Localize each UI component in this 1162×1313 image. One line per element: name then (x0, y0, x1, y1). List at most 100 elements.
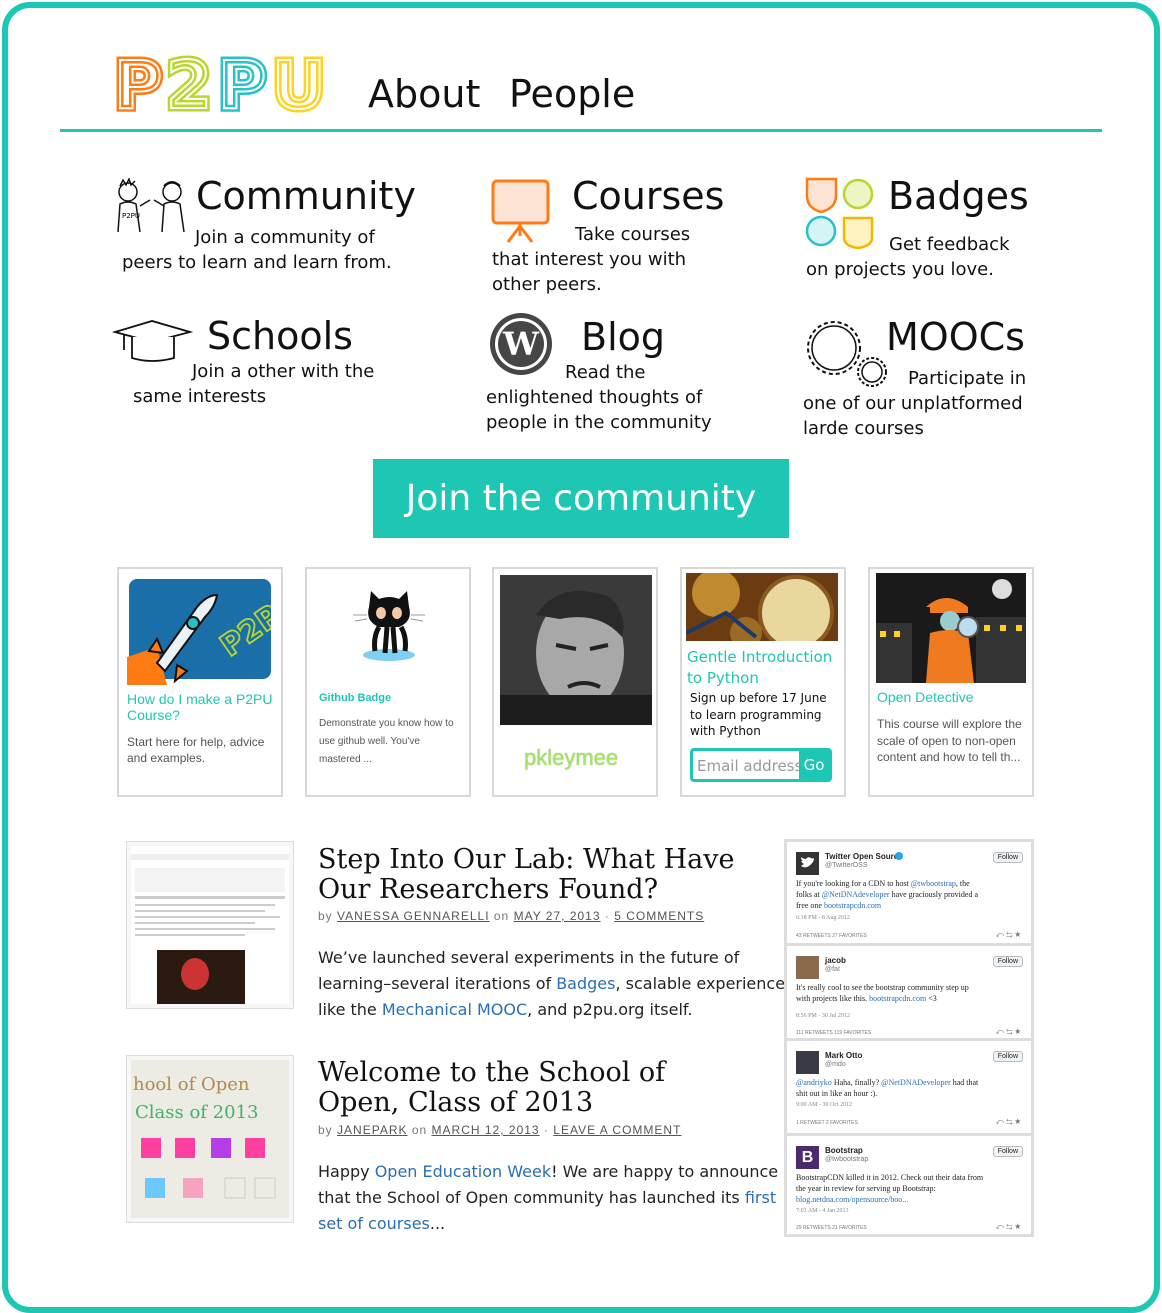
post-thumbnail-school[interactable]: hool of Open Class of 2013 (126, 1055, 294, 1223)
post-date-link[interactable]: MARCH 12, 2013 (432, 1123, 540, 1137)
badges-link[interactable]: Badges (556, 974, 615, 993)
feature-title-moocs[interactable]: MOOCs (886, 315, 1025, 359)
tweet-date[interactable]: 8:56 PM - 30 Jul 2012 (796, 1013, 850, 1019)
tweet-date[interactable]: 6:18 PM - 8 Aug 2012 (796, 915, 850, 921)
post-comments-link[interactable]: LEAVE A COMMENT (553, 1123, 681, 1137)
tweet-stats: 111 RETWEETS 119 FAVORITES (796, 1030, 872, 1036)
tweet-author[interactable]: jacob (825, 956, 846, 965)
join-community-button[interactable]: Join the community (373, 459, 789, 538)
twitter-widget: Twitter Open Source @TwitterOSS Follow I… (784, 839, 1034, 1237)
thumb-handwriting-1: hool of Open (133, 1074, 250, 1095)
tweet-text-part: BootstrapCDN killed it in 2012. Check ou… (796, 1173, 984, 1182)
feature-desc-schools-1: Join a other with the (192, 361, 375, 382)
card-title-line2[interactable]: to Python (687, 668, 759, 689)
gears-icon (807, 321, 887, 387)
follow-button[interactable]: Follow (992, 1051, 1023, 1062)
avatar (796, 1051, 819, 1074)
p2pu-logo[interactable]: P P 2 2 P P U U (114, 46, 334, 116)
email-signup: Email address Go (690, 748, 832, 782)
course-card-make-course[interactable]: P2PU How do I make a P2PU Course? Start … (117, 567, 283, 797)
tweet-actions[interactable]: ⤺ ⇆ ★ (996, 1117, 1021, 1127)
tweet-text-part: Haha, finally? (831, 1078, 882, 1087)
person-name[interactable]: pkleymee (524, 745, 618, 771)
tweet-text-part: It's really cool to see the bootstrap co… (796, 983, 969, 992)
tweet-date[interactable]: 7:03 AM - 4 Jan 2013 (796, 1208, 849, 1214)
nav-about[interactable]: About (368, 72, 480, 116)
course-card-open-detective[interactable]: Open Detective This course will explore … (868, 567, 1034, 797)
tweet-author[interactable]: Bootstrap (825, 1146, 863, 1155)
tweet-handle[interactable]: @TwitterOSS (825, 862, 868, 869)
feature-title-courses[interactable]: Courses (572, 174, 724, 218)
post-title-line1[interactable]: Welcome to the School of (318, 1058, 665, 1088)
tweet-author[interactable]: Mark Otto (825, 1051, 862, 1060)
avatar (796, 956, 819, 979)
tweet-actions[interactable]: ⤺ ⇆ ★ (996, 930, 1021, 940)
card-title[interactable]: Github Badge (319, 692, 391, 704)
tweet-author[interactable]: Twitter Open Source (825, 852, 903, 861)
feature-title-schools[interactable]: Schools (207, 314, 353, 358)
feature-desc-schools-2: same interests (133, 386, 267, 407)
post-author-link[interactable]: JANEPARK (337, 1123, 407, 1137)
clockwork-illustration (686, 573, 838, 641)
follow-button[interactable]: Follow (992, 956, 1023, 967)
post-excerpt-line2: that the School of Open community has la… (318, 1185, 776, 1211)
card-desc-line1: This course will explore the (877, 717, 1022, 731)
tweet-stats: 43 RETWEETS 27 FAVORITES (796, 933, 867, 939)
tweet-text: BootstrapCDN killed it in 2012. Check ou… (796, 1172, 1016, 1205)
excerpt-text: Happy (318, 1162, 375, 1181)
post-meta: by VANESSA GENNARELLI on MAY 27, 2013 · … (318, 909, 704, 923)
bootstrap-logo-icon: B (796, 1146, 819, 1169)
post-thumbnail-lab[interactable] (126, 841, 294, 1009)
badges-icon (805, 177, 874, 250)
excerpt-text: ! We are happy to announce (551, 1162, 779, 1181)
graduation-cap-icon (112, 320, 194, 362)
nav-people[interactable]: People (509, 72, 635, 116)
card-title-line2[interactable]: Course? (127, 707, 180, 723)
url-link[interactable]: bootstrapcdn.com (824, 901, 881, 910)
tweet-handle[interactable]: @mdo (825, 1061, 846, 1068)
post-date-link[interactable]: MAY 27, 2013 (514, 909, 601, 923)
card-desc-line1: Sign up before 17 June (690, 691, 827, 705)
url-link[interactable]: bootstrapcdn.com (869, 994, 926, 1003)
tweet-actions[interactable]: ⤺ ⇆ ★ (996, 1222, 1021, 1232)
post-comments-link[interactable]: 5 COMMENTS (614, 909, 704, 923)
svg-text:P: P (114, 47, 162, 116)
email-input[interactable]: Email address (697, 757, 802, 775)
card-title[interactable]: Open Detective (877, 689, 974, 705)
open-education-week-link[interactable]: Open Education Week (375, 1162, 551, 1181)
feature-title-blog[interactable]: Blog (581, 315, 665, 359)
post-title-line1[interactable]: Step Into Our Lab: What Have (318, 845, 734, 875)
post-author-link[interactable]: VANESSA GENNARELLI (337, 909, 490, 923)
feature-title-community[interactable]: Community (196, 174, 416, 218)
post-title-line2[interactable]: Our Researchers Found? (318, 875, 658, 905)
go-button[interactable]: Go (799, 751, 829, 779)
tweet-handle[interactable]: @fat (825, 966, 840, 973)
mention-link[interactable]: @NetDNAdeveloper (822, 890, 890, 899)
feature-title-badges[interactable]: Badges (888, 174, 1029, 218)
follow-button[interactable]: Follow (992, 1146, 1023, 1157)
mention-link[interactable]: @NetDNADeveloper (881, 1078, 951, 1087)
tweet-date[interactable]: 9:00 AM - 30 Oct 2012 (796, 1102, 852, 1108)
url-link[interactable]: blog.netdna.com/opensource/boo... (796, 1195, 908, 1204)
first-courses-link-cont[interactable]: set of courses (318, 1214, 430, 1233)
octocat-illustration (353, 591, 425, 661)
feature-desc-badges-1: Get feedback (889, 234, 1010, 255)
post-title-line2[interactable]: Open, Class of 2013 (318, 1088, 593, 1118)
meta-by: by (318, 909, 333, 923)
card-title-line1[interactable]: How do I make a P2PU (127, 691, 273, 707)
mechanical-mooc-link[interactable]: Mechanical MOOC (382, 1000, 527, 1019)
follow-button[interactable]: Follow (992, 852, 1023, 863)
person-card-pkleymee[interactable]: pkleymee (492, 567, 658, 797)
svg-text:P2PU: P2PU (122, 212, 140, 220)
feature-desc-community-2: peers to learn and learn from. (122, 252, 392, 273)
mention-link[interactable]: @twbootstrap (911, 879, 956, 888)
tweet-handle[interactable]: @twbootstrap (825, 1156, 868, 1163)
first-courses-link[interactable]: first (745, 1188, 776, 1207)
course-card-github-badge[interactable]: Github Badge Demonstrate you know how to… (305, 567, 471, 797)
card-title-line1[interactable]: Gentle Introduction (687, 647, 832, 668)
course-card-python[interactable]: Gentle Introduction to Python Sign up be… (680, 567, 846, 797)
tweet-actions[interactable]: ⤺ ⇆ ★ (996, 1027, 1021, 1037)
header-divider (60, 129, 1102, 132)
mention-link[interactable]: @andriyko (796, 1078, 832, 1087)
post-meta: by JANEPARK on MARCH 12, 2013 · LEAVE A … (318, 1123, 681, 1137)
